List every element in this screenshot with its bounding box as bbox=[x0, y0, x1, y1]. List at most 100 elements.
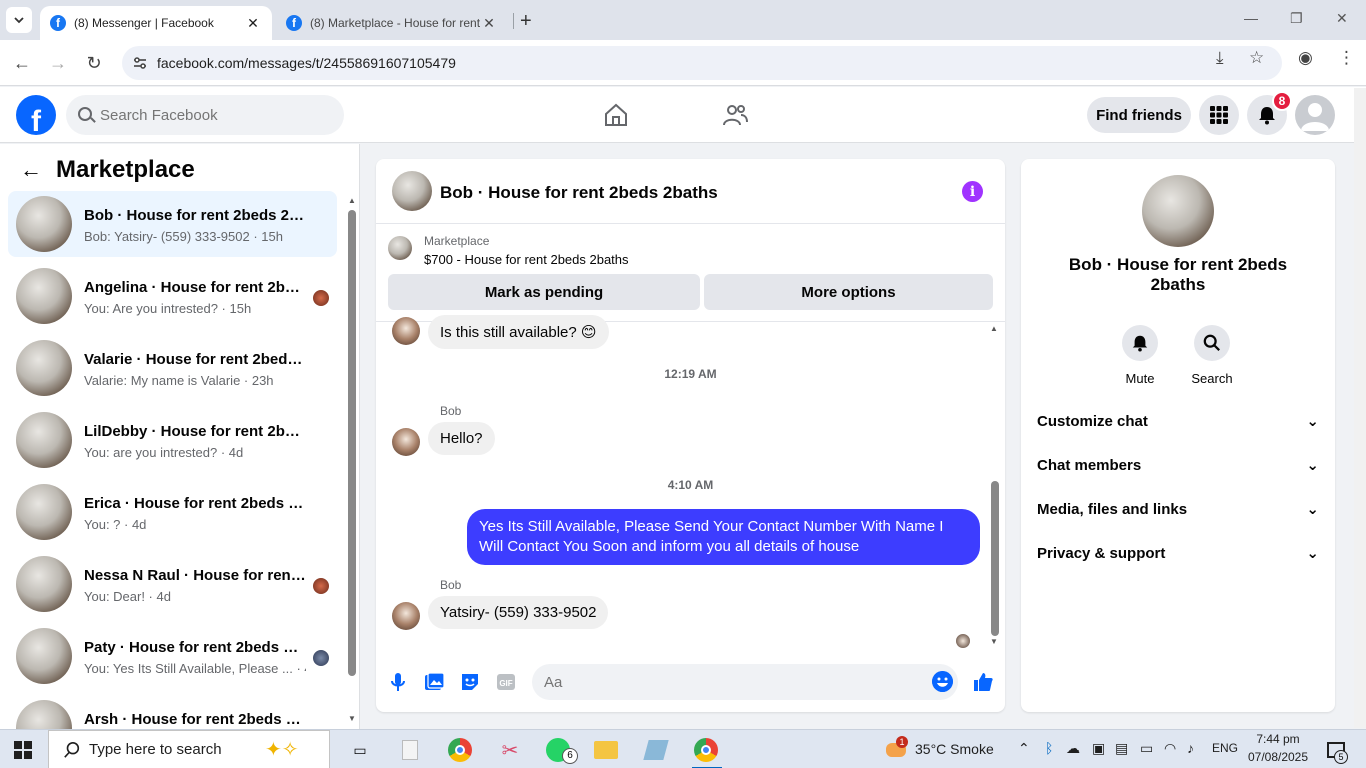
section-label: Chat members bbox=[1037, 456, 1142, 474]
menu-button[interactable] bbox=[1199, 95, 1239, 135]
taskbar-search-box[interactable]: Type here to search ✦✧ bbox=[48, 730, 330, 768]
chrome-icon[interactable] bbox=[446, 736, 474, 764]
tab-messenger[interactable]: f (8) Messenger | Facebook ✕ bbox=[40, 6, 272, 40]
windows-start-icon[interactable] bbox=[14, 741, 32, 759]
like-thumb-icon[interactable] bbox=[972, 671, 994, 693]
contact-avatar[interactable] bbox=[1142, 175, 1214, 247]
photo-icon[interactable] bbox=[423, 671, 445, 693]
language-indicator[interactable]: ENG bbox=[1212, 741, 1238, 755]
more-options-button[interactable]: More options bbox=[704, 274, 993, 310]
file-icon[interactable] bbox=[396, 736, 424, 764]
menu-dots-icon[interactable]: ⋮ bbox=[1338, 48, 1355, 68]
conversation-item[interactable]: Nessa N Raul · House for rent 2beds 2bat… bbox=[8, 551, 337, 617]
back-arrow-icon[interactable]: ← bbox=[20, 157, 42, 183]
profile-icon[interactable]: ◉ bbox=[1298, 48, 1313, 68]
home-icon[interactable] bbox=[602, 101, 630, 129]
conversation-item[interactable]: LilDebby · House for rent 2beds 2baths Y… bbox=[8, 407, 337, 473]
sender-name: Bob bbox=[440, 578, 462, 592]
restore-icon[interactable]: ❐ bbox=[1290, 10, 1303, 27]
new-tab-button[interactable]: + bbox=[520, 10, 532, 33]
info-icon[interactable]: i bbox=[962, 181, 983, 202]
chat-members-section[interactable]: Chat members ⌄ bbox=[1029, 443, 1327, 487]
facebook-logo[interactable]: f bbox=[16, 95, 56, 135]
gif-icon[interactable]: GIF bbox=[495, 671, 517, 693]
volume-icon[interactable]: ♪ bbox=[1187, 740, 1194, 756]
find-friends-button[interactable]: Find friends bbox=[1087, 97, 1191, 133]
friends-icon[interactable] bbox=[721, 101, 749, 129]
minimize-icon[interactable]: — bbox=[1244, 10, 1258, 26]
bell-icon bbox=[1132, 335, 1148, 352]
battery-icon[interactable]: ▭ bbox=[1140, 740, 1153, 757]
conversation-item[interactable]: Arsh · House for rent 2beds 2baths bbox=[8, 695, 337, 729]
listing-price-title[interactable]: $700 - House for rent 2beds 2baths bbox=[424, 252, 629, 267]
browser-toolbar: ← → ↻ facebook.com/messages/t/2455869160… bbox=[0, 40, 1366, 86]
search-in-chat-button[interactable]: Search bbox=[1182, 325, 1242, 386]
scroll-down-arrow-icon[interactable]: ▼ bbox=[348, 714, 356, 723]
reload-icon[interactable]: ↻ bbox=[82, 51, 106, 75]
emoji-icon[interactable] bbox=[932, 671, 953, 692]
microphone-icon[interactable] bbox=[387, 671, 409, 693]
tab-search-button[interactable] bbox=[6, 7, 32, 33]
forward-icon[interactable]: → bbox=[46, 51, 70, 75]
weather-text[interactable]: 35°C Smoke bbox=[915, 741, 994, 757]
conversation-item[interactable]: Valarie · House for rent 2beds 2baths Va… bbox=[8, 335, 337, 401]
close-tab-icon[interactable]: ✕ bbox=[244, 15, 262, 32]
address-bar[interactable]: facebook.com/messages/t/2455869160710547… bbox=[122, 46, 1282, 80]
site-settings-icon[interactable] bbox=[132, 55, 148, 71]
scroll-up-arrow-icon[interactable]: ▲ bbox=[990, 324, 998, 333]
conversation-item[interactable]: Paty · House for rent 2beds 2baths You: … bbox=[8, 623, 337, 689]
mute-button[interactable]: Mute bbox=[1110, 325, 1170, 386]
close-tab-icon[interactable]: ✕ bbox=[480, 15, 498, 32]
listing-thumbnail[interactable] bbox=[388, 236, 412, 260]
tab-marketplace[interactable]: f (8) Marketplace - House for rent ✕ bbox=[276, 6, 508, 40]
bluetooth-icon[interactable]: ᛒ bbox=[1045, 740, 1053, 756]
section-label: Customize chat bbox=[1037, 412, 1148, 430]
conversation-item[interactable]: Angelina · House for rent 2beds 2baths Y… bbox=[8, 263, 337, 329]
clock-date[interactable]: 07/08/2025 bbox=[1243, 750, 1313, 764]
notepad-icon[interactable] bbox=[642, 736, 670, 764]
profile-avatar[interactable] bbox=[1295, 95, 1335, 135]
conversation-item[interactable]: Erica · House for rent 2beds 2baths You:… bbox=[8, 479, 337, 545]
sidebar-scrollbar[interactable] bbox=[348, 210, 356, 676]
clock-time[interactable]: 7:44 pm bbox=[1248, 732, 1308, 746]
media-files-links-section[interactable]: Media, files and links ⌄ bbox=[1029, 487, 1327, 531]
mark-as-pending-button[interactable]: Mark as pending bbox=[388, 274, 700, 310]
display-icon[interactable]: ▤ bbox=[1115, 740, 1128, 757]
chrome-profile-icon[interactable] bbox=[692, 736, 720, 764]
chat-scrollbar[interactable] bbox=[991, 481, 999, 636]
chevron-up-icon[interactable]: ⌃ bbox=[1018, 740, 1030, 757]
camera-icon[interactable]: ▣ bbox=[1092, 740, 1105, 757]
scroll-up-arrow-icon[interactable]: ▲ bbox=[348, 196, 356, 205]
task-view-icon[interactable]: ▭ bbox=[346, 736, 374, 764]
chat-title[interactable]: Bob · House for rent 2beds 2baths bbox=[440, 183, 718, 203]
chat-avatar[interactable] bbox=[392, 171, 432, 211]
tab-title: (8) Messenger | Facebook bbox=[74, 16, 214, 30]
search-icon bbox=[1203, 334, 1220, 351]
listing-thumbnail bbox=[16, 628, 72, 684]
sender-avatar bbox=[392, 317, 420, 345]
message-input[interactable] bbox=[532, 664, 958, 700]
scroll-down-arrow-icon[interactable]: ▼ bbox=[990, 637, 998, 646]
message-composer: GIF bbox=[376, 659, 1005, 707]
back-icon[interactable]: ← bbox=[10, 51, 34, 75]
bookmark-star-icon[interactable]: ☆ bbox=[1249, 48, 1264, 68]
conversation-item[interactable]: Bob · House for rent 2beds 2baths Bob: Y… bbox=[8, 191, 337, 257]
install-app-icon[interactable]: ⤓ bbox=[1216, 48, 1224, 68]
customize-chat-section[interactable]: Customize chat ⌄ bbox=[1029, 399, 1327, 443]
close-window-icon[interactable]: ✕ bbox=[1336, 10, 1348, 27]
file-explorer-icon[interactable] bbox=[592, 736, 620, 764]
sidebar-title: Marketplace bbox=[56, 156, 195, 183]
snipping-tool-icon[interactable]: ✂ bbox=[496, 736, 524, 764]
privacy-support-section[interactable]: Privacy & support ⌄ bbox=[1029, 531, 1327, 575]
notification-count-badge: 5 bbox=[1334, 750, 1348, 764]
sync-icon[interactable]: ☁ bbox=[1066, 740, 1080, 757]
facebook-search-input[interactable] bbox=[66, 95, 344, 135]
whatsapp-badge: 6 bbox=[562, 748, 578, 764]
page-scrollbar[interactable] bbox=[1354, 88, 1366, 728]
conversation-sidebar: ← Marketplace Bob · House for rent 2beds… bbox=[0, 144, 360, 729]
conversation-name: Angelina · House for rent 2beds 2baths bbox=[84, 279, 306, 296]
sticker-icon[interactable] bbox=[459, 671, 481, 693]
marketplace-label: Marketplace bbox=[424, 234, 490, 248]
wifi-icon[interactable]: ◠ bbox=[1164, 740, 1176, 757]
seen-avatar bbox=[313, 650, 329, 666]
